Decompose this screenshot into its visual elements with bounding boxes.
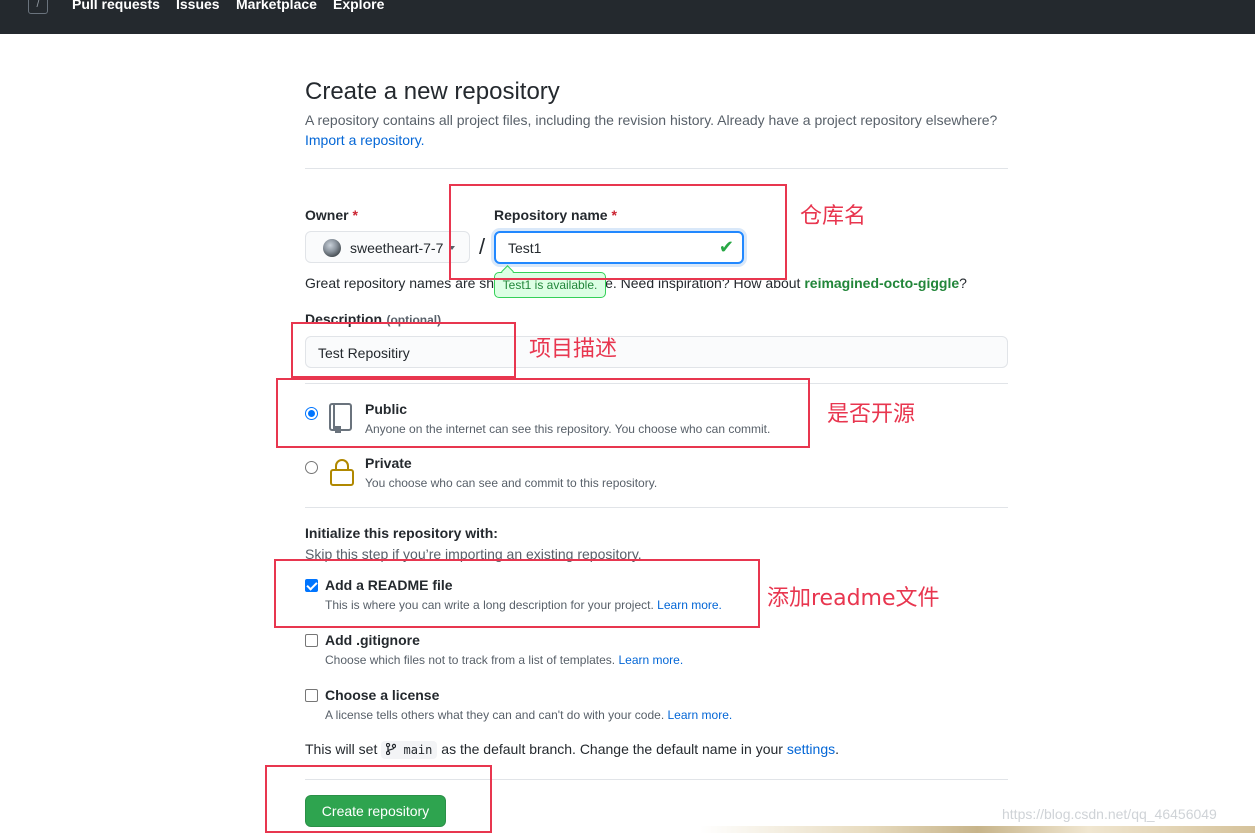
annotation-box-description <box>291 322 516 378</box>
hint-suffix: ? <box>959 275 967 291</box>
owner-select[interactable]: sweetheart-7-7 <box>305 231 470 263</box>
private-title: Private <box>365 455 412 471</box>
owner-label: Owner * <box>305 207 358 223</box>
gitignore-title: Add .gitignore <box>325 632 420 648</box>
gitignore-description: Choose which files not to track from a l… <box>325 653 683 667</box>
required-mark: * <box>352 207 358 223</box>
branch-prefix: This will set <box>305 741 378 757</box>
suggested-name[interactable]: reimagined-octo-giggle <box>804 275 959 291</box>
top-nav-bar: / Pull requests Issues Marketplace Explo… <box>0 0 1255 34</box>
owner-label-text: Owner <box>305 207 349 223</box>
bottom-image-strip <box>700 826 1255 833</box>
default-branch-note: This will set main as the default branch… <box>305 741 839 759</box>
license-checkbox[interactable] <box>305 689 318 702</box>
branch-middle: as the default branch. Change the defaul… <box>441 741 783 757</box>
license-description: A license tells others what they can and… <box>325 708 732 722</box>
avatar <box>323 239 341 257</box>
license-title: Choose a license <box>325 687 440 703</box>
private-description: You choose who can see and commit to thi… <box>365 476 658 490</box>
annotation-label-repo-name: 仓库名 <box>800 204 867 229</box>
watermark: https://blog.csdn.net/qq_46456049 <box>1002 806 1217 822</box>
nav-marketplace[interactable]: Marketplace <box>236 0 317 12</box>
search-shortcut-key[interactable]: / <box>28 0 48 14</box>
nav-explore[interactable]: Explore <box>333 0 384 12</box>
nav-pull-requests[interactable]: Pull requests <box>72 0 160 12</box>
private-radio[interactable] <box>305 461 318 474</box>
annotation-box-create-button <box>265 765 492 833</box>
subtitle-text: A repository contains all project files,… <box>305 112 998 128</box>
branch-name: main <box>403 743 433 757</box>
license-learn-more-link[interactable]: Learn more. <box>668 708 733 722</box>
import-repository-link[interactable]: Import a repository. <box>305 132 425 148</box>
annotation-label-readme: 添加readme文件 <box>767 586 940 611</box>
branch-suffix: . <box>835 741 839 757</box>
gitignore-desc-text: Choose which files not to track from a l… <box>325 653 616 667</box>
page-title: Create a new repository <box>305 78 560 105</box>
divider <box>305 507 1008 508</box>
git-branch-icon <box>386 742 397 756</box>
owner-name: sweetheart-7-7 <box>350 240 444 256</box>
annotation-box-repo-name <box>449 184 787 280</box>
lock-icon <box>330 459 354 486</box>
page-subtitle: A repository contains all project files,… <box>305 112 997 148</box>
annotation-label-description: 项目描述 <box>529 337 618 362</box>
gitignore-checkbox[interactable] <box>305 634 318 647</box>
settings-link[interactable]: settings <box>787 741 835 757</box>
gitignore-learn-more-link[interactable]: Learn more. <box>618 653 683 667</box>
divider <box>305 168 1008 169</box>
annotation-box-visibility <box>276 378 810 448</box>
license-desc-text: A license tells others what they can and… <box>325 708 665 722</box>
annotation-box-readme <box>274 559 760 628</box>
nav-issues[interactable]: Issues <box>176 0 220 12</box>
branch-badge: main <box>381 741 438 759</box>
annotation-label-visibility: 是否开源 <box>827 402 916 427</box>
initialize-heading: Initialize this repository with: <box>305 525 498 541</box>
